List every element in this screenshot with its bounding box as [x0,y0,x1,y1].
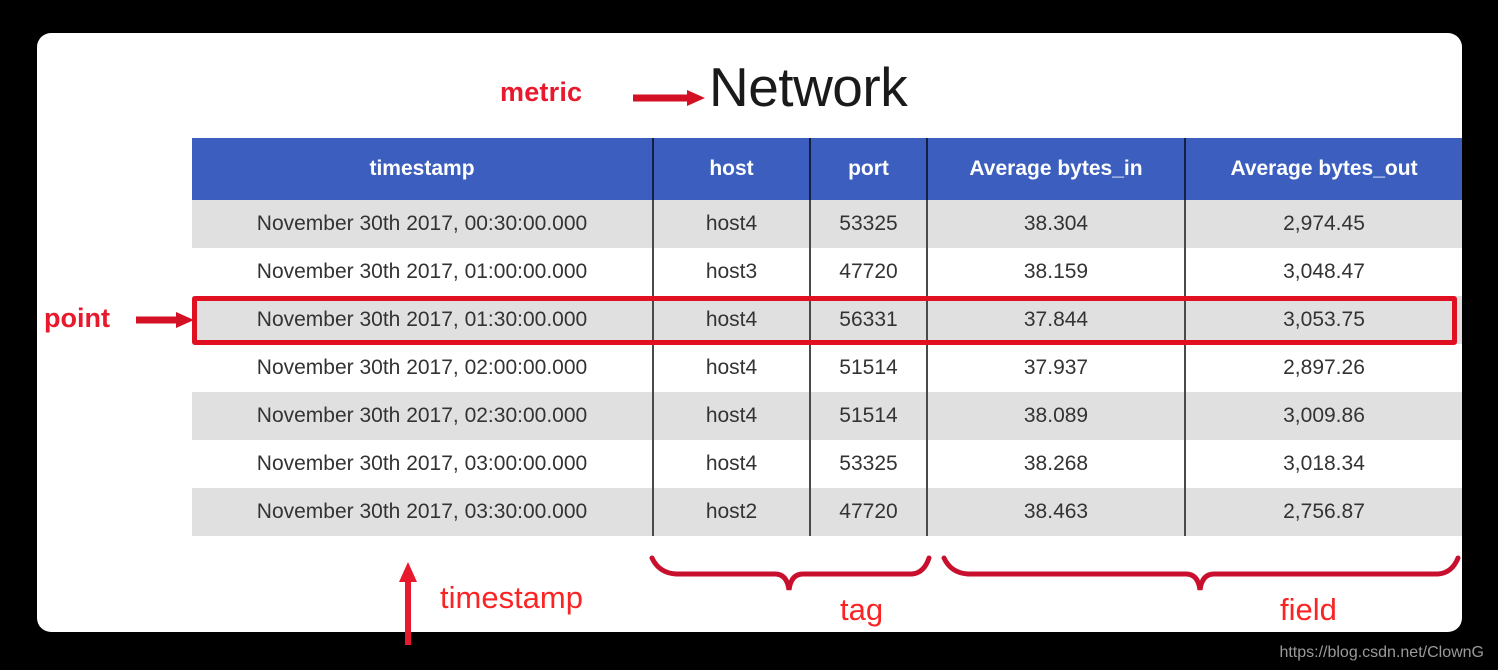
cell-host: host4 [653,344,811,392]
cell-host: host4 [653,296,811,344]
cell-port: 51514 [810,392,928,440]
table-header-row: timestamp host port Average bytes_in Ave… [192,138,1462,200]
page-title: Network [709,56,908,118]
table-row[interactable]: November 30th 2017, 00:30:00.000 host4 5… [192,200,1462,248]
cell-bytes-in: 38.268 [927,440,1186,488]
column-header-port[interactable]: port [810,138,928,200]
cell-host: host2 [653,488,811,536]
cell-host: host4 [653,392,811,440]
cell-bytes-out: 3,048.47 [1185,248,1462,296]
tag-annotation-label: tag [840,592,884,627]
column-header-average-bytes-out[interactable]: Average bytes_out [1185,138,1462,200]
cell-bytes-out: 2,974.45 [1185,200,1462,248]
cell-timestamp: November 30th 2017, 02:00:00.000 [192,344,654,392]
cell-bytes-out: 3,009.86 [1185,392,1462,440]
cell-bytes-out: 3,053.75 [1185,296,1462,344]
metric-table: timestamp host port Average bytes_in Ave… [192,138,1462,536]
field-annotation-label: field [1280,592,1337,627]
table-row[interactable]: November 30th 2017, 02:30:00.000 host4 5… [192,392,1462,440]
table-row[interactable]: November 30th 2017, 02:00:00.000 host4 5… [192,344,1462,392]
table-row[interactable]: November 30th 2017, 03:00:00.000 host4 5… [192,440,1462,488]
metric-arrow-icon [633,90,705,106]
cell-port: 53325 [810,200,928,248]
diagram-canvas: metric Network timestamp host port Avera… [0,0,1498,670]
cell-host: host4 [653,200,811,248]
content-card: metric Network timestamp host port Avera… [37,33,1462,632]
cell-timestamp: November 30th 2017, 00:30:00.000 [192,200,654,248]
cell-port: 53325 [810,440,928,488]
table-header: timestamp host port Average bytes_in Ave… [192,138,1462,200]
table-body: November 30th 2017, 00:30:00.000 host4 5… [192,200,1462,536]
table-row[interactable]: November 30th 2017, 01:00:00.000 host3 4… [192,248,1462,296]
column-header-average-bytes-in[interactable]: Average bytes_in [927,138,1186,200]
cell-bytes-out: 2,897.26 [1185,344,1462,392]
cell-host: host4 [653,440,811,488]
cell-host: host3 [653,248,811,296]
cell-timestamp: November 30th 2017, 03:00:00.000 [192,440,654,488]
cell-timestamp: November 30th 2017, 03:30:00.000 [192,488,654,536]
table-row-highlighted[interactable]: November 30th 2017, 01:30:00.000 host4 5… [192,296,1462,344]
watermark: https://blog.csdn.net/ClownG [1279,644,1484,661]
point-annotation-label: point [44,303,110,333]
timestamp-annotation-label: timestamp [440,580,583,615]
cell-timestamp: November 30th 2017, 02:30:00.000 [192,392,654,440]
cell-port: 47720 [810,488,928,536]
cell-bytes-in: 38.463 [927,488,1186,536]
cell-bytes-in: 38.089 [927,392,1186,440]
title-row: metric Network [37,39,1462,125]
column-header-host[interactable]: host [653,138,811,200]
point-arrow-icon [136,312,194,328]
cell-port: 56331 [810,296,928,344]
cell-bytes-out: 3,018.34 [1185,440,1462,488]
cell-timestamp: November 30th 2017, 01:30:00.000 [192,296,654,344]
cell-bytes-out: 2,756.87 [1185,488,1462,536]
cell-bytes-in: 38.159 [927,248,1186,296]
metric-table-wrapper: timestamp host port Average bytes_in Ave… [192,138,1462,536]
cell-bytes-in: 37.937 [927,344,1186,392]
cell-port: 47720 [810,248,928,296]
cell-port: 51514 [810,344,928,392]
cell-timestamp: November 30th 2017, 01:00:00.000 [192,248,654,296]
cell-bytes-in: 37.844 [927,296,1186,344]
cell-bytes-in: 38.304 [927,200,1186,248]
metric-annotation-label: metric [500,77,583,107]
table-row[interactable]: November 30th 2017, 03:30:00.000 host2 4… [192,488,1462,536]
column-header-timestamp[interactable]: timestamp [192,138,654,200]
